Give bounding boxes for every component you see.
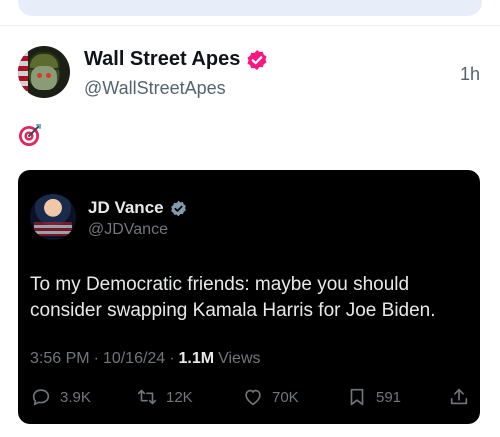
meta-separator: · bbox=[93, 350, 99, 367]
author-display-name[interactable]: Wall Street Apes bbox=[84, 48, 240, 71]
quoted-post-meta: 3:56 PM · 10/16/24 · 1.1M Views bbox=[30, 350, 261, 368]
author-name-row: Wall Street Apes bbox=[84, 48, 268, 71]
avatar-flag-backdrop bbox=[34, 222, 72, 236]
bookmark-count: 591 bbox=[376, 388, 402, 406]
action-bar: 3.9K 12K 70K 591 bbox=[30, 386, 470, 412]
avatar-eye bbox=[46, 73, 51, 78]
quoted-author-display-name[interactable]: JD Vance bbox=[88, 198, 164, 218]
repost-icon bbox=[137, 389, 157, 405]
bookmark-button[interactable]: 591 bbox=[346, 386, 401, 408]
quoted-author-handle[interactable]: @JDVance bbox=[88, 221, 168, 239]
verified-badge-icon bbox=[247, 49, 267, 70]
quoted-author-name-row: JD Vance bbox=[88, 198, 187, 218]
post-timestamp[interactable]: 1h bbox=[460, 64, 480, 85]
author-handle[interactable]: @WallStreetApes bbox=[84, 78, 226, 99]
reply-icon bbox=[32, 389, 50, 406]
avatar-face bbox=[31, 66, 57, 90]
share-icon bbox=[450, 388, 468, 405]
repost-button[interactable]: 12K bbox=[136, 386, 193, 408]
quoted-post-card[interactable]: JD Vance @JDVance To my Democratic frien… bbox=[18, 170, 480, 424]
quoted-post-date[interactable]: 10/16/24 bbox=[103, 350, 165, 368]
meta-separator: · bbox=[169, 350, 175, 367]
avatar-eye bbox=[37, 73, 42, 78]
views-label: Views bbox=[218, 350, 261, 367]
reply-button[interactable]: 3.9K bbox=[30, 386, 91, 408]
quoted-post-text: To my Democratic friends: maybe you shou… bbox=[30, 274, 436, 321]
repost-count: 12K bbox=[166, 388, 193, 406]
bookmark-icon bbox=[350, 388, 364, 406]
search-bar-edge[interactable] bbox=[18, 0, 482, 16]
share-button[interactable] bbox=[448, 386, 470, 408]
heart-icon bbox=[245, 389, 261, 406]
quoted-author-avatar[interactable] bbox=[30, 194, 76, 240]
top-search-area bbox=[0, 0, 500, 26]
like-count: 70K bbox=[272, 388, 299, 406]
verified-badge-icon bbox=[170, 200, 186, 216]
divider bbox=[0, 25, 500, 26]
reply-count: 3.9K bbox=[60, 388, 91, 406]
author-avatar[interactable] bbox=[18, 46, 70, 98]
avatar-flag-stripes bbox=[18, 46, 28, 98]
like-button[interactable]: 70K bbox=[242, 386, 299, 408]
quoted-post-time[interactable]: 3:56 PM bbox=[30, 350, 90, 368]
target-emoji-icon bbox=[19, 124, 41, 146]
views-count: 1.1M bbox=[178, 350, 215, 367]
